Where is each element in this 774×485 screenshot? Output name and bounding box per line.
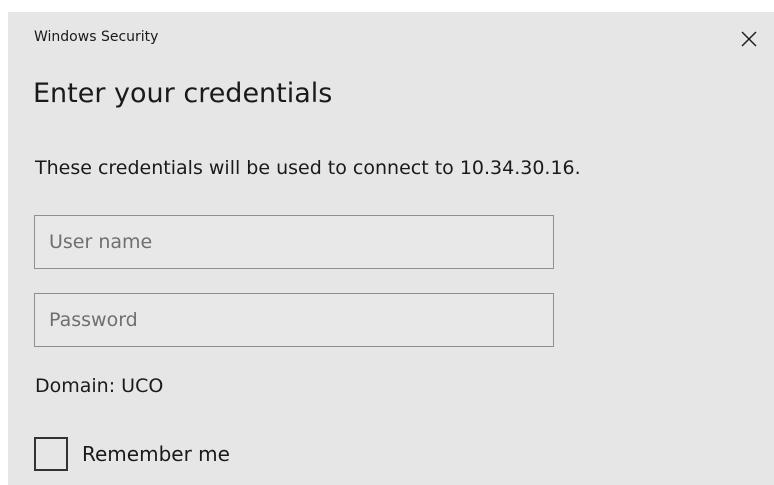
dialog-heading: Enter your credentials <box>33 78 333 109</box>
credentials-dialog: Windows Security Enter your credentials … <box>8 12 774 485</box>
close-icon <box>741 31 757 47</box>
dialog-message: These credentials will be used to connec… <box>35 157 581 179</box>
close-button[interactable] <box>736 26 762 52</box>
window-title: Windows Security <box>34 29 159 45</box>
domain-label: Domain: UCO <box>35 375 164 397</box>
username-input[interactable] <box>34 215 554 269</box>
remember-me-option[interactable]: Remember me <box>34 437 230 471</box>
remember-me-label: Remember me <box>82 442 230 466</box>
remember-me-checkbox[interactable] <box>34 437 68 471</box>
password-input[interactable] <box>34 293 554 347</box>
